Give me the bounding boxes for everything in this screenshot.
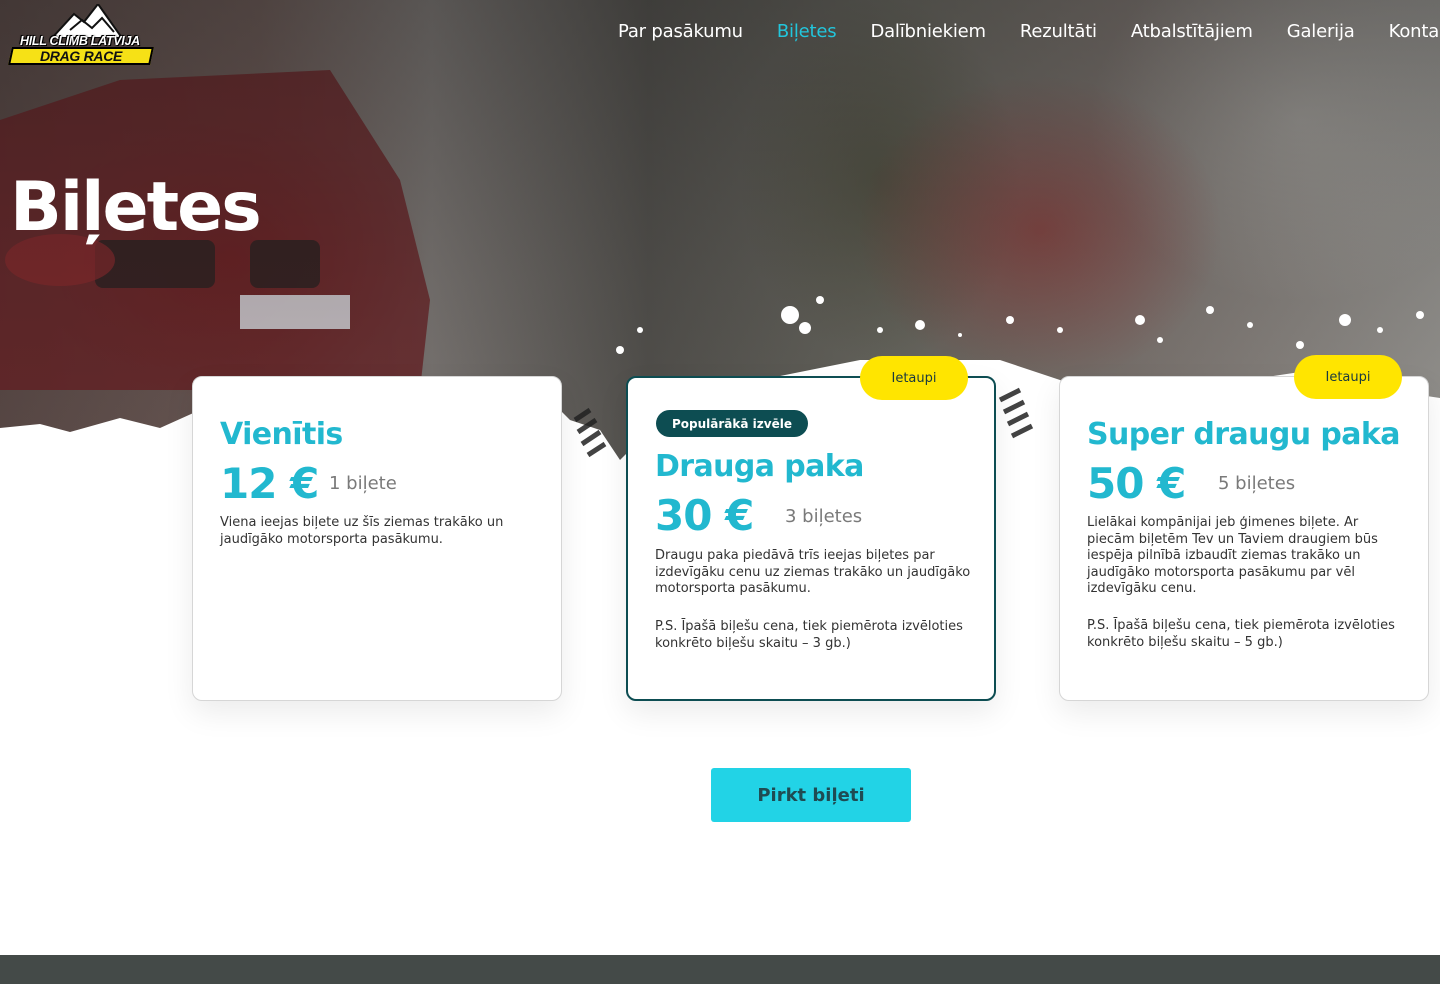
card-price: 30 € <box>655 491 754 540</box>
footer-bar <box>0 955 1440 984</box>
card-note: P.S. Īpašā biļešu cena, tiek piemērota i… <box>1087 618 1395 650</box>
card-description: Viena ieejas biļete uz šīs ziemas trakāk… <box>220 515 504 547</box>
main-navigation: Par pasākumu Biļetes Dalībniekiem Rezult… <box>618 21 1440 42</box>
card-quantity: 5 biļetes <box>1218 473 1296 494</box>
nav-item-biletes[interactable]: Biļetes <box>777 21 837 42</box>
nav-item-rezultati[interactable]: Rezultāti <box>1020 21 1097 42</box>
card-quantity: 3 biļetes <box>785 506 863 527</box>
card-price: 50 € <box>1087 459 1186 508</box>
save-badge: Ietaupi <box>1294 355 1402 399</box>
logo-line2-bar: DRAG RACE <box>8 47 154 65</box>
save-badge: Ietaupi <box>860 356 968 400</box>
card-description: Lielākai kompānijai jeb ģimenes biļete. … <box>1087 515 1378 596</box>
mountain-icon <box>52 4 122 38</box>
card-title: Vienītis <box>220 417 343 452</box>
site-logo[interactable]: HILL CLIMB LATVIJA DRAG RACE <box>8 4 154 66</box>
card-title: Drauga paka <box>655 449 864 484</box>
card-price: 12 € <box>220 459 319 508</box>
ticket-card-single[interactable]: Vienītis 12 € 1 biļete Viena ieejas biļe… <box>192 376 562 701</box>
ticket-card-super-pack[interactable]: Ietaupi Super draugu paka 50 € 5 biļetes… <box>1059 355 1429 701</box>
popular-badge: Populārākā izvēle <box>656 410 808 437</box>
card-title: Super draugu paka <box>1087 417 1400 452</box>
card-description: Draugu paka piedāvā trīs ieejas biļetes … <box>655 548 971 596</box>
logo-line1: HILL CLIMB LATVIJA <box>20 34 140 48</box>
nav-item-atbalstitajiem[interactable]: Atbalstītājiem <box>1131 21 1253 42</box>
card-note: P.S. Īpašā biļešu cena, tiek piemērota i… <box>655 619 963 651</box>
page-title: Biļetes <box>10 168 262 247</box>
nav-item-galerija[interactable]: Galerija <box>1287 21 1355 42</box>
nav-item-kontakti[interactable]: Kontakti <box>1389 21 1440 42</box>
nav-item-par-pasakumu[interactable]: Par pasākumu <box>618 21 743 42</box>
ticket-card-friend-pack[interactable]: Ietaupi Populārākā izvēle Drauga paka 30… <box>626 356 996 701</box>
nav-item-dalibniekiem[interactable]: Dalībniekiem <box>870 21 986 42</box>
logo-line2: DRAG RACE <box>39 48 123 64</box>
buy-ticket-button[interactable]: Pirkt biļeti <box>711 768 911 822</box>
card-quantity: 1 biļete <box>329 473 397 494</box>
